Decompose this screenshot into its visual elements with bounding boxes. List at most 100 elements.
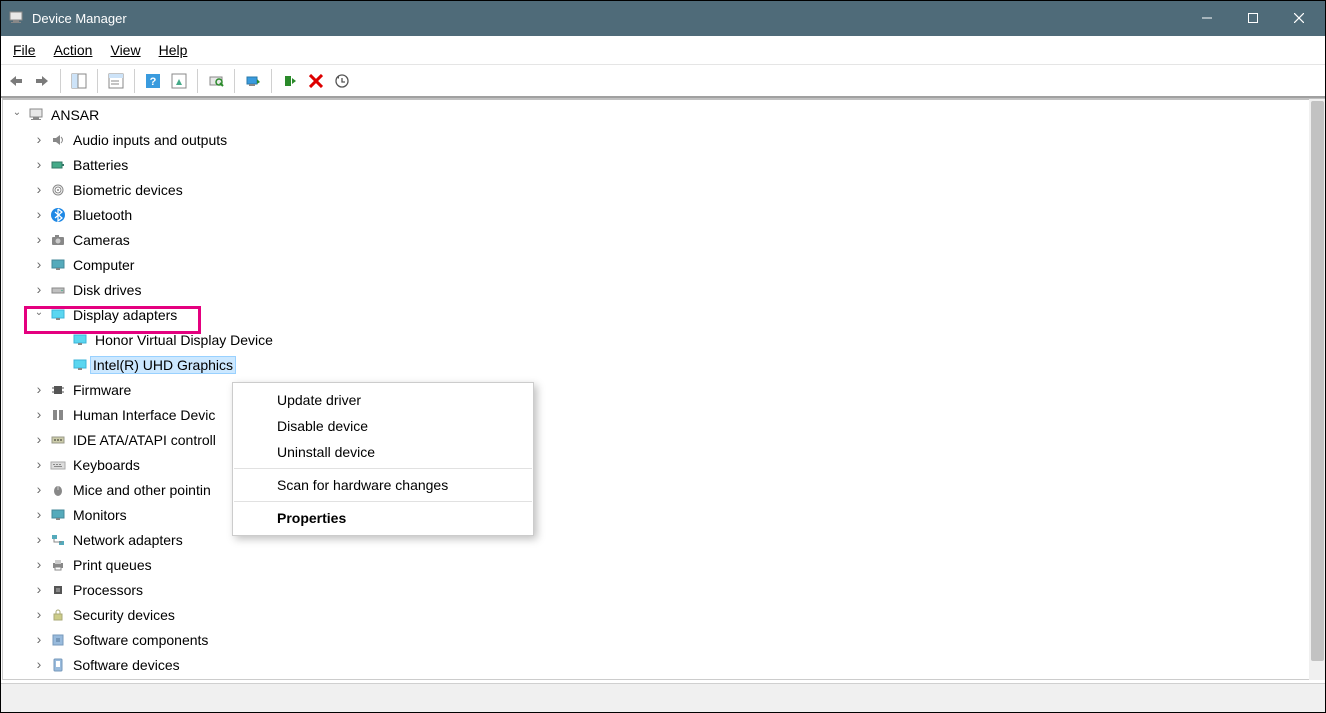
monitor-icon [49,256,67,274]
context-menu-separator [234,468,532,469]
toolbar-action-button[interactable] [167,69,191,93]
tree-item-keyboards[interactable]: Keyboards [25,452,1324,477]
context-menu-separator [234,501,532,502]
context-menu-properties[interactable]: Properties [233,505,533,531]
context-menu-item-label: Update driver [277,392,361,408]
toolbar-uninstall-device-button[interactable] [330,69,354,93]
context-menu-item-label: Disable device [277,418,368,434]
software-device-icon [49,656,67,674]
tree-item-processors[interactable]: Processors [25,577,1324,602]
tree-item-label: Firmware [71,382,133,398]
chevron-right-icon[interactable] [31,582,47,598]
vertical-scrollbar[interactable] [1309,99,1326,680]
chevron-right-icon[interactable] [31,407,47,423]
context-menu-update-driver[interactable]: Update driver [233,387,533,413]
tree-item-monitors[interactable]: Monitors [25,502,1324,527]
toolbar-properties-button[interactable] [104,69,128,93]
context-menu-uninstall-device[interactable]: Uninstall device [233,439,533,465]
tree-item-label: Security devices [71,607,177,623]
device-tree: ANSAR Audio inputs and outputs Batteries [3,100,1324,677]
chevron-right-icon[interactable] [31,507,47,523]
minimize-button[interactable] [1184,0,1230,36]
tree-item-mice[interactable]: Mice and other pointin [25,477,1324,502]
toolbar-scan-hardware-button[interactable] [204,69,228,93]
tree-scroll-area[interactable]: ANSAR Audio inputs and outputs Batteries [2,98,1325,680]
menu-file[interactable]: File [4,38,45,62]
tree-item-label: Software components [71,632,210,648]
tree-item-label: Mice and other pointin [71,482,213,498]
menu-action[interactable]: Action [45,38,102,62]
tree-item-hid[interactable]: Human Interface Devic [25,402,1324,427]
tree-item-disk[interactable]: Disk drives [25,277,1324,302]
chevron-right-icon[interactable] [31,557,47,573]
chevron-right-icon[interactable] [31,432,47,448]
tree-item-label: Keyboards [71,457,142,473]
tree-item-computer[interactable]: Computer [25,252,1324,277]
display-adapter-icon [71,356,89,374]
toolbar-enable-device-button[interactable] [278,69,302,93]
tree-item-biometric[interactable]: Biometric devices [25,177,1324,202]
main-pane: ANSAR Audio inputs and outputs Batteries [0,98,1326,680]
tree-item-audio[interactable]: Audio inputs and outputs [25,127,1324,152]
tree-item-security[interactable]: Security devices [25,602,1324,627]
svg-text:?: ? [150,76,157,88]
toolbar-show-hide-tree-button[interactable] [67,69,91,93]
tree-item-network[interactable]: Network adapters [25,527,1324,552]
chevron-down-icon[interactable] [9,109,25,120]
tree-item-label: Bluetooth [71,207,134,223]
chevron-right-icon[interactable] [31,257,47,273]
menu-help[interactable]: Help [150,38,197,62]
scrollbar-thumb[interactable] [1311,101,1324,661]
toolbar-back-button[interactable] [4,69,28,93]
tree-item-batteries[interactable]: Batteries [25,152,1324,177]
fingerprint-icon [49,181,67,199]
tree-item-print-queues[interactable]: Print queues [25,552,1324,577]
chevron-right-icon[interactable] [31,657,47,673]
tree-item-firmware[interactable]: Firmware [25,377,1324,402]
tree-item-intel-uhd-graphics[interactable]: Intel(R) UHD Graphics [47,352,1324,377]
camera-icon [49,231,67,249]
chevron-right-icon[interactable] [31,282,47,298]
lock-icon [49,606,67,624]
tree-item-label: Monitors [71,507,129,523]
chevron-right-icon[interactable] [31,207,47,223]
toolbar-separator [134,69,135,93]
tree-item-label: Batteries [71,157,130,173]
chevron-right-icon[interactable] [31,457,47,473]
tree-item-cameras[interactable]: Cameras [25,227,1324,252]
toolbar-disable-device-button[interactable] [304,69,328,93]
tree-item-bluetooth[interactable]: Bluetooth [25,202,1324,227]
chevron-right-icon[interactable] [31,532,47,548]
toolbar-help-button[interactable]: ? [141,69,165,93]
tree-item-ide[interactable]: IDE ATA/ATAPI controll [25,427,1324,452]
chevron-right-icon[interactable] [31,482,47,498]
chevron-down-icon[interactable] [31,309,47,320]
toolbar-update-driver-button[interactable] [241,69,265,93]
tree-item-label: Intel(R) UHD Graphics [90,356,236,374]
toolbar-separator [197,69,198,93]
menu-view[interactable]: View [101,38,149,62]
chevron-right-icon[interactable] [31,132,47,148]
tree-item-display-adapters[interactable]: Display adapters [25,302,1324,327]
tree-item-label: Processors [71,582,145,598]
chevron-right-icon[interactable] [31,232,47,248]
tree-item-label: Human Interface Devic [71,407,217,423]
tree-item-label: Audio inputs and outputs [71,132,229,148]
tree-item-software-devices[interactable]: Software devices [25,652,1324,677]
maximize-button[interactable] [1230,0,1276,36]
tree-root-row[interactable]: ANSAR [3,102,1324,127]
chevron-right-icon[interactable] [31,382,47,398]
context-menu-scan-hardware[interactable]: Scan for hardware changes [233,472,533,498]
chevron-right-icon[interactable] [31,607,47,623]
context-menu-disable-device[interactable]: Disable device [233,413,533,439]
chevron-right-icon[interactable] [31,632,47,648]
app-icon [8,10,24,26]
close-button[interactable] [1276,0,1322,36]
tree-item-software-components[interactable]: Software components [25,627,1324,652]
title-bar: Device Manager [0,0,1326,36]
chevron-right-icon[interactable] [31,157,47,173]
tree-item-honor-virtual-display[interactable]: Honor Virtual Display Device [47,327,1324,352]
monitor-icon [49,506,67,524]
toolbar-forward-button[interactable] [30,69,54,93]
chevron-right-icon[interactable] [31,182,47,198]
